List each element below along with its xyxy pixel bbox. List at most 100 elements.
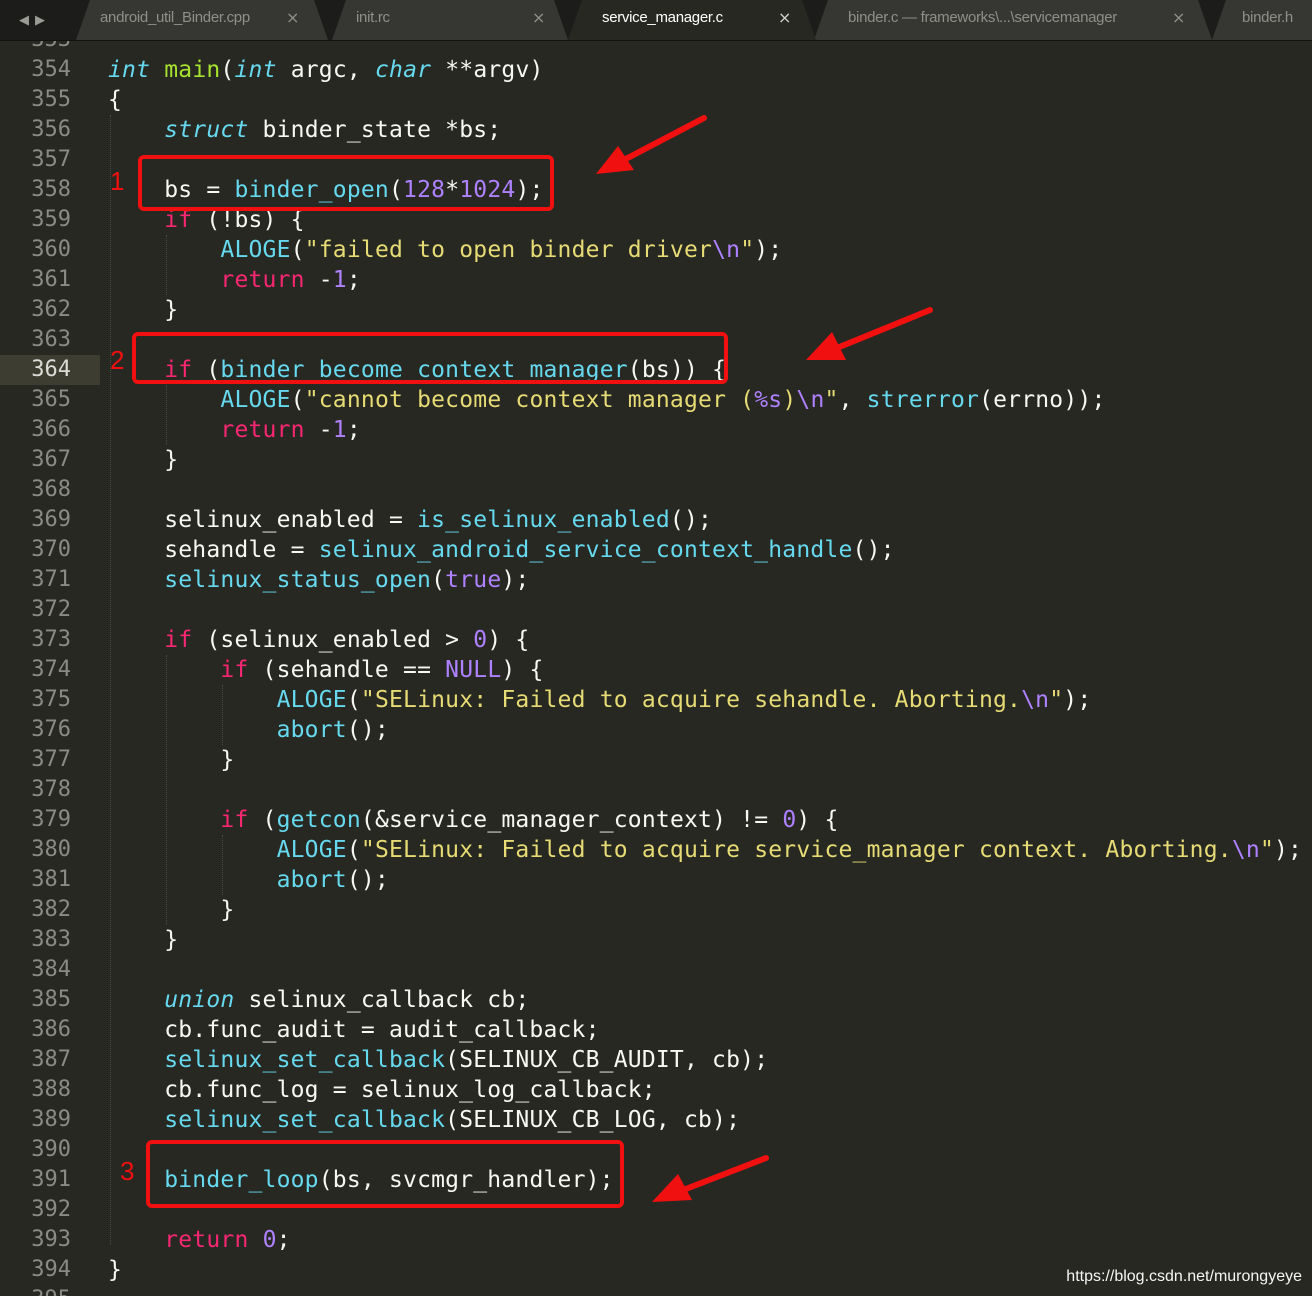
code-text[interactable]: ALOGE("SELinux: Failed to acquire sehand… [108,687,1092,713]
code-line[interactable]: 365 ALOGE("cannot become context manager… [0,385,1312,415]
code-text[interactable]: return -1; [108,417,361,443]
code-text[interactable]: selinux_set_callback(SELINUX_CB_AUDIT, c… [108,1047,768,1073]
line-number: 359 [31,207,71,232]
code-text[interactable]: ALOGE("failed to open binder driver\n"); [108,237,782,263]
code-text[interactable]: selinux_set_callback(SELINUX_CB_LOG, cb)… [108,1107,740,1133]
code-line[interactable]: 371 selinux_status_open(true); [0,565,1312,595]
tab-label: binder.c — frameworks\...\servicemanager [848,9,1117,26]
code-line[interactable]: 372 [0,595,1312,625]
code-line[interactable]: 370 sehandle = selinux_android_service_c… [0,535,1312,565]
code-line[interactable]: 368 [0,475,1312,505]
code-text[interactable]: } [108,297,178,323]
code-text[interactable]: union selinux_callback cb; [108,987,529,1013]
code-text[interactable]: selinux_enabled = is_selinux_enabled(); [108,507,712,533]
code-line[interactable]: 384 [0,955,1312,985]
line-number: 389 [31,1107,71,1132]
line-number: 369 [31,507,71,532]
annotation-number-3: 3 [120,1156,135,1186]
code-line[interactable]: 377 } [0,745,1312,775]
code-line[interactable]: 369 selinux_enabled = is_selinux_enabled… [0,505,1312,535]
line-number: 377 [31,747,71,772]
code-text[interactable]: } [108,897,234,923]
code-text[interactable]: abort(); [108,717,389,743]
code-line[interactable]: 388 cb.func_log = selinux_log_callback; [0,1075,1312,1105]
code-line[interactable]: 385 union selinux_callback cb; [0,985,1312,1015]
tab-binder-h[interactable]: binder.h [1212,0,1312,40]
code-text[interactable]: ALOGE("SELinux: Failed to acquire servic… [108,837,1302,863]
highlight-box-binder-open [138,155,554,211]
line-number: 394 [31,1257,71,1282]
code-text[interactable]: struct binder_state *bs; [108,117,501,143]
code-line[interactable]: 379 if (getcon(&service_manager_context)… [0,805,1312,835]
code-text[interactable]: return -1; [108,267,361,293]
code-text[interactable]: abort(); [108,867,389,893]
chevron-left-icon[interactable]: ◀ [19,13,29,28]
code-text[interactable]: cb.func_log = selinux_log_callback; [108,1077,656,1103]
code-line[interactable]: 380 ALOGE("SELinux: Failed to acquire se… [0,835,1312,865]
code-line[interactable]: 353 [0,41,1312,55]
code-text[interactable]: if (selinux_enabled > 0) { [108,627,529,653]
code-line[interactable]: 383 } [0,925,1312,955]
code-line[interactable]: 354 int main(int argc, char **argv) [0,55,1312,85]
code-line[interactable]: 395 [0,1285,1312,1296]
line-number: 372 [31,597,71,622]
code-text[interactable]: } [108,447,178,473]
close-icon[interactable]: × [286,8,299,27]
code-line[interactable]: 386 cb.func_audit = audit_callback; [0,1015,1312,1045]
code-line[interactable]: 373 if (selinux_enabled > 0) { [0,625,1312,655]
code-text[interactable]: sehandle = selinux_android_service_conte… [108,537,895,563]
tab-init-rc[interactable]: init.rc × [332,0,568,40]
code-line[interactable]: 376 abort(); [0,715,1312,745]
code-text[interactable]: return 0; [108,1227,291,1253]
code-line[interactable]: 387 selinux_set_callback(SELINUX_CB_AUDI… [0,1045,1312,1075]
code-line[interactable]: 367 } [0,445,1312,475]
code-text[interactable]: ALOGE("cannot become context manager (%s… [108,387,1106,413]
line-number: 379 [31,807,71,832]
code-text[interactable]: int main(int argc, char **argv) [108,57,544,83]
line-number: 371 [31,567,71,592]
indent-guide [166,655,167,925]
line-number: 365 [31,387,71,412]
line-number: 366 [31,417,71,442]
line-number: 386 [31,1017,71,1042]
tab-service-manager[interactable]: service_manager.c × [568,0,816,40]
code-text[interactable]: } [108,747,234,773]
code-line[interactable]: 382 } [0,895,1312,925]
code-text[interactable]: if (sehandle == NULL) { [108,657,544,683]
line-number: 375 [31,687,71,712]
code-line[interactable]: 374 if (sehandle == NULL) { [0,655,1312,685]
tab-android-util-binder[interactable]: android_util_Binder.cpp × [76,0,328,40]
chevron-right-icon[interactable]: ▶ [35,13,45,28]
code-line[interactable]: 381 abort(); [0,865,1312,895]
line-number: 384 [31,957,71,982]
line-number: 378 [31,777,71,802]
code-text[interactable]: } [108,927,178,953]
tab-binder-c[interactable]: binder.c — frameworks\...\servicemanager… [814,0,1212,40]
code-line[interactable]: 366 return -1; [0,415,1312,445]
code-text[interactable]: cb.func_audit = audit_callback; [108,1017,600,1043]
close-icon[interactable]: × [532,8,545,27]
code-text[interactable]: selinux_status_open(true); [108,567,529,593]
arrow-icon [652,1155,769,1202]
close-icon[interactable]: × [1172,8,1185,27]
code-line[interactable]: 375 ALOGE("SELinux: Failed to acquire se… [0,685,1312,715]
indent-guide [110,115,111,1245]
code-text[interactable]: if (getcon(&service_manager_context) != … [108,807,839,833]
code-line[interactable]: 389 selinux_set_callback(SELINUX_CB_LOG,… [0,1105,1312,1135]
code-line[interactable]: 361 return -1; [0,265,1312,295]
code-line[interactable]: 393 return 0; [0,1225,1312,1255]
code-text[interactable]: } [108,1257,122,1283]
code-editor[interactable]: 353 354 int main(int argc, char **argv) 355… [0,41,1312,1296]
line-number: 381 [31,867,71,892]
code-line[interactable]: 360 ALOGE("failed to open binder driver\… [0,235,1312,265]
code-line[interactable]: 362 } [0,295,1312,325]
indent-guide [222,835,223,895]
tab-bar: ◀ ▶ android_util_Binder.cpp × init.rc × … [0,0,1312,41]
code-text[interactable]: { [108,87,122,113]
line-number: 380 [31,837,71,862]
line-number: 364 [31,357,71,382]
highlight-box-become-context-manager [132,332,728,384]
code-line[interactable]: 378 [0,775,1312,805]
close-icon[interactable]: × [778,8,791,27]
indent-guide [166,385,167,445]
